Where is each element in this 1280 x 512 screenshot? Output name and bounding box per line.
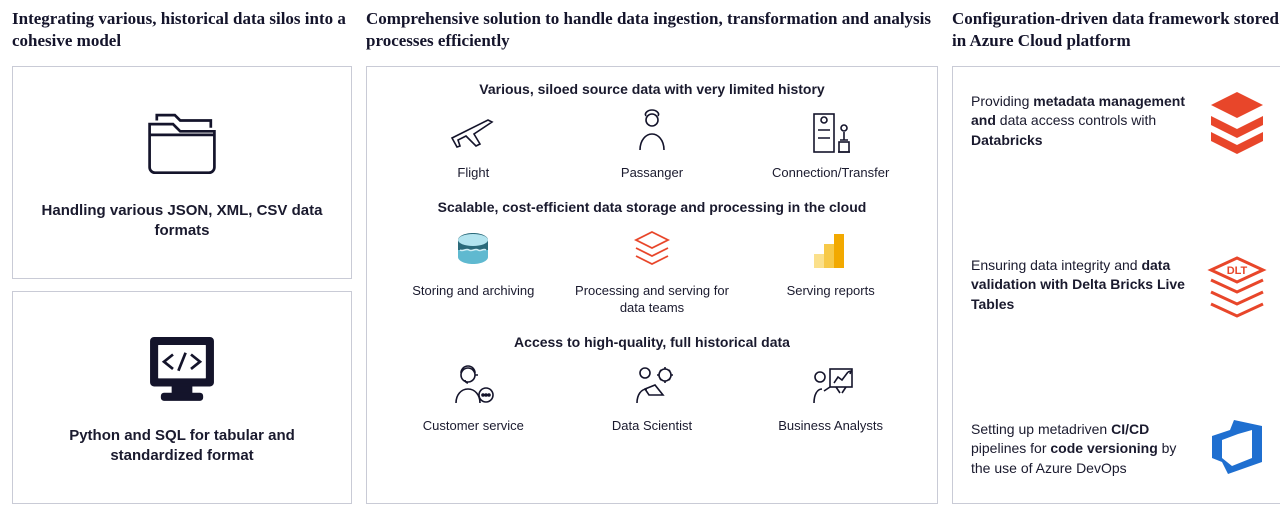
row-access: Customer service Data Scientist	[389, 360, 915, 434]
passenger-icon	[627, 107, 677, 159]
item-storing: Storing and archiving	[389, 225, 558, 316]
azure-devops-icon	[1201, 413, 1273, 485]
mid-card: Various, siloed source data with very li…	[366, 66, 938, 504]
item-business-analysts: Business Analysts	[746, 360, 915, 434]
row-storage: Storing and archiving Processing and ser…	[389, 225, 915, 316]
item-flight: Flight	[389, 107, 558, 181]
folder-icon	[137, 104, 227, 187]
databricks-logo-icon	[1201, 85, 1273, 157]
item-passenger: Passanger	[568, 107, 737, 181]
section-heading-1: Various, siloed source data with very li…	[389, 81, 915, 97]
col-mid: Comprehensive solution to handle data in…	[366, 8, 938, 504]
item-processing: Processing and serving for data teams	[568, 225, 737, 316]
svg-text:DLT: DLT	[1227, 265, 1248, 277]
row-sources: Flight Passanger	[389, 107, 915, 181]
item-data-scientist: Data Scientist	[568, 360, 737, 434]
section-heading-3: Access to high-quality, full historical …	[389, 334, 915, 350]
card-python-sql-label: Python and SQL for tabular and standardi…	[27, 426, 337, 467]
right-card: Providing metadata management and data a…	[952, 66, 1280, 504]
databricks-stack-icon	[627, 225, 677, 277]
row-databricks: Providing metadata management and data a…	[971, 85, 1273, 157]
three-column-layout: Integrating various, historical data sil…	[12, 8, 1268, 504]
scientist-icon	[627, 360, 677, 412]
gate-icon	[806, 107, 856, 159]
row-devops: Setting up metadriven CI/CD pipelines fo…	[971, 413, 1273, 485]
row-dlt: Ensuring data integrity and data validat…	[971, 249, 1273, 321]
item-serving-reports: Serving reports	[746, 225, 915, 316]
dlt-logo-icon: DLT	[1201, 249, 1273, 321]
col-left: Integrating various, historical data sil…	[12, 8, 352, 504]
card-formats: Handling various JSON, XML, CSV data for…	[12, 66, 352, 279]
text-devops: Setting up metadriven CI/CD pipelines fo…	[971, 420, 1187, 479]
col-right: Configuration-driven data framework stor…	[952, 8, 1280, 504]
airplane-icon	[448, 107, 498, 159]
power-bi-icon	[806, 225, 856, 277]
data-lake-icon	[448, 225, 498, 277]
col-left-title: Integrating various, historical data sil…	[12, 8, 352, 56]
item-connection: Connection/Transfer	[746, 107, 915, 181]
analyst-icon	[806, 360, 856, 412]
card-python-sql: Python and SQL for tabular and standardi…	[12, 291, 352, 504]
item-customer-service: Customer service	[389, 360, 558, 434]
code-monitor-icon	[137, 329, 227, 412]
support-icon	[448, 360, 498, 412]
card-formats-label: Handling various JSON, XML, CSV data for…	[27, 201, 337, 242]
text-dlt: Ensuring data integrity and data validat…	[971, 256, 1187, 315]
col-mid-title: Comprehensive solution to handle data in…	[366, 8, 938, 56]
text-databricks: Providing metadata management and data a…	[971, 92, 1187, 151]
section-heading-2: Scalable, cost-efficient data storage an…	[389, 199, 915, 215]
col-right-title: Configuration-driven data framework stor…	[952, 8, 1280, 56]
